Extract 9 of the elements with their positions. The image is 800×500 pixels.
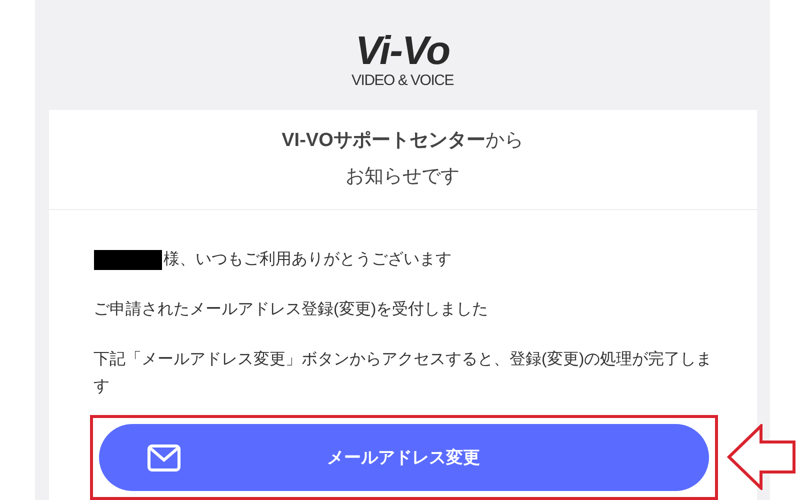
message-paragraph: ご申請されたメールアドレス登録(変更)を受付しました — [94, 300, 490, 320]
logo-tagline: VIDEO & VOICE — [352, 72, 454, 90]
logo-wordmark: Vi-Vo — [355, 30, 450, 72]
heading-line: VI-VOサポートセンターから — [282, 129, 524, 153]
change-email-button[interactable]: メールアドレス変更 — [98, 424, 708, 491]
message-paragraph: 下記「メールアドレス変更」ボタンからアクセスすると、登録(変更)の処理が完了します — [94, 350, 712, 397]
heading-line: お知らせです — [346, 165, 460, 189]
greeting-text: 様、いつもご利用ありがとうございます — [164, 250, 452, 270]
envelope-icon — [146, 444, 180, 472]
